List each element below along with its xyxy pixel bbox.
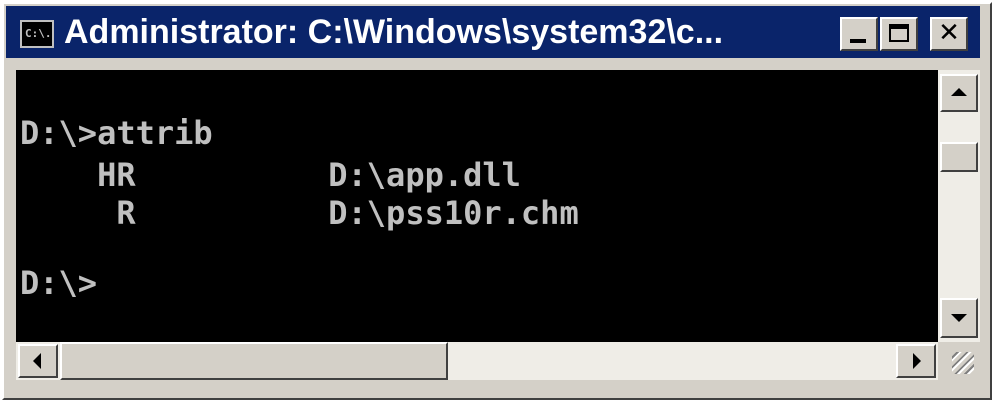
vertical-scrollbar[interactable] (938, 70, 980, 342)
minimize-icon (850, 39, 866, 43)
window-title: Administrator: C:\Windows\system32\c... (64, 13, 724, 51)
cmd-prompt-icon[interactable]: C:\. (20, 20, 54, 48)
console-output[interactable]: D:\>attrib HR D:\app.dll R D:\pss10r.chm… (16, 70, 938, 342)
horizontal-scrollbar[interactable] (16, 342, 938, 380)
close-icon: ✕ (938, 18, 960, 48)
scroll-up-button[interactable] (940, 74, 978, 112)
maximize-button[interactable] (880, 17, 918, 51)
arrow-down-icon (951, 314, 967, 322)
icon-label: C:\. (25, 27, 52, 40)
console-line: R D:\pss10r.chm (20, 194, 579, 232)
title-bar[interactable]: C:\. Administrator: C:\Windows\system32\… (6, 6, 980, 58)
scroll-right-button[interactable] (896, 344, 936, 378)
vertical-scroll-thumb[interactable] (940, 142, 978, 172)
arrow-right-icon (913, 353, 921, 369)
maximize-icon (889, 24, 909, 42)
horizontal-scroll-thumb[interactable] (60, 342, 448, 380)
console-line: D:\>attrib (20, 114, 213, 152)
arrow-left-icon (33, 353, 41, 369)
close-button[interactable]: ✕ (930, 17, 968, 51)
console-prompt-line: D:\> (20, 264, 98, 302)
console-line: HR D:\app.dll (20, 156, 521, 194)
minimize-button[interactable] (840, 17, 878, 51)
scroll-left-button[interactable] (18, 344, 58, 378)
resize-grip-icon (952, 352, 974, 374)
size-grip[interactable] (938, 342, 980, 380)
arrow-up-icon (951, 88, 967, 96)
scroll-down-button[interactable] (940, 298, 978, 338)
